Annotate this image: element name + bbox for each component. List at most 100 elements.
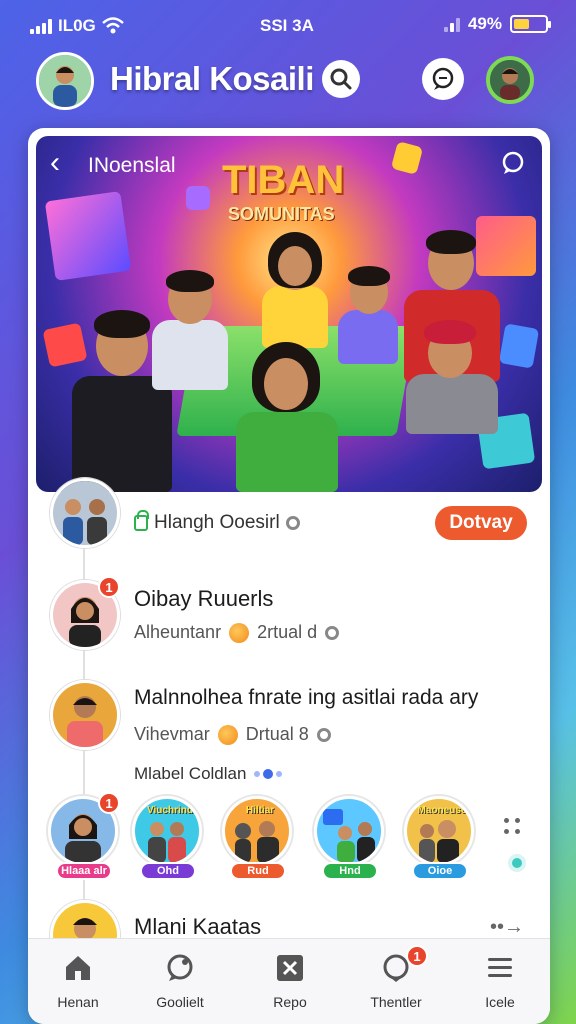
row-title[interactable]: Malnnolhea fnrate ing asitlai rada ary [134,686,478,710]
chat-bubble-icon [432,67,454,90]
status-ring-icon [316,727,331,742]
nav-label: Icele [485,994,515,1010]
status-bar: IL0G SSI 3A 49% [0,0,576,52]
nav-label: Henan [57,994,99,1010]
story-tag: Hnd [322,862,378,880]
tools-icon [277,955,303,981]
story-tag: Oioe [412,862,468,880]
avatar-image [53,481,117,545]
page-title: Hibral Kosaili [110,60,314,97]
search-icon [330,68,352,90]
main-card: ‹ INoenslal TIBAN SOMUNITAS Hlangh Ooesi… [28,128,550,1024]
nav-item-chat[interactable]: Goolielt [140,953,220,1010]
row-subtitle-text: Alheuntanr [134,622,222,642]
menu-icon [488,958,512,977]
search-button[interactable] [322,60,360,98]
battery-percent: 49% [467,14,502,33]
status-ring-icon [325,625,340,640]
chat-bubble-icon [167,954,193,981]
story-caption: Viuchrind [147,805,193,816]
music-note-decoration [186,186,210,210]
story-image: Viuchrind [132,796,202,866]
nav-label: Repo [273,994,307,1010]
person-figure [232,332,342,492]
profile-image [490,60,530,100]
hero-tile-decoration [390,141,424,175]
section-label-text: Mlabel Coldlan [134,764,247,783]
story-item[interactable]: Hiltiar Rud [222,796,292,880]
hero-label: INoenslal [88,154,176,177]
avatar-image [39,55,91,107]
signal-icon [30,18,52,34]
nav-label: Thentler [370,994,422,1010]
status-left: IL0G [30,16,124,36]
story-image: Hiltiar [222,796,292,866]
scroll-indicator[interactable] [508,854,526,872]
home-icon [66,956,90,980]
person-figure [256,228,336,348]
story-image [314,796,384,866]
dots-indicator [254,769,283,779]
arrow-right-icon[interactable]: ••→ [490,916,524,939]
nav-item-menu[interactable]: Icele [460,953,540,1010]
nav-item-home[interactable]: Henan [38,953,118,1010]
network-label: IL0G [58,16,96,35]
user-avatar[interactable] [36,52,94,110]
row-meta-text: Drtual 8 [245,724,309,744]
play-button[interactable]: Dotvay [435,506,527,540]
person-figure [146,264,236,390]
status-time: SSI 3A [260,16,314,35]
row-title[interactable]: Mlani Kaatas [134,914,261,940]
hero-chat-button[interactable] [500,150,526,181]
app-header: Hibral Kosaili [0,52,576,122]
story-item[interactable]: Maoneuse Oioe [404,796,474,880]
row-title[interactable]: Oibay Ruuerls [134,586,273,612]
row-avatar[interactable] [50,478,120,548]
row-subtitle: Vihevmar Drtual 8 [134,724,331,745]
person-figure [396,314,506,434]
nav-item-notifications[interactable]: 1 Thentler [356,945,436,1010]
wifi-icon [101,17,124,34]
row-title[interactable]: Hlangh Ooesirl [134,510,300,534]
nav-label: Goolielt [156,994,204,1010]
story-item[interactable]: 1 Hlaaa alr [48,792,120,880]
hero-banner[interactable]: ‹ INoenslal TIBAN SOMUNITAS [36,136,542,492]
story-tag: Hlaaa alr [56,862,112,880]
story-caption: Hiltiar [245,805,275,816]
story-tag: Ohd [140,862,196,880]
notification-badge: 1 [406,945,428,967]
row-avatar[interactable] [50,680,120,750]
profile-button[interactable] [486,56,534,104]
section-label: Mlabel Coldlan [134,764,283,784]
bottom-nav: Henan Goolielt Repo 1 Thentler Icele [28,938,550,1024]
story-caption: Maoneuse [417,805,467,816]
row-subtitle: Alheuntanr 2rtual d [134,622,340,643]
nav-item-tools[interactable]: Repo [250,953,330,1010]
hero-title: TIBAN [222,158,345,202]
row-subtitle-text: Vihevmar [134,724,210,744]
cell-signal-icon [443,16,460,32]
chat-button[interactable] [422,58,464,100]
chat-bubble-icon [502,151,524,174]
notification-badge: 1 [98,576,120,598]
story-item[interactable]: Hnd [314,796,384,880]
story-image: Maoneuse [404,796,474,866]
more-dots-icon[interactable] [504,818,522,836]
notification-badge: 1 [98,792,120,814]
orange-dot-icon [229,622,250,643]
orange-dot-icon [217,724,238,745]
lock-icon [134,510,149,531]
story-tag: Rud [230,862,286,880]
hero-subtitle: SOMUNITAS [228,204,335,224]
story-item[interactable]: Viuchrind Ohd [132,796,202,880]
battery-fill [514,19,529,29]
status-right: 49% [443,14,551,34]
row-meta-text: 2rtual d [257,622,318,642]
back-arrow-icon[interactable]: ‹ [50,148,60,178]
avatar-image [53,683,117,747]
hero-box-decoration [44,191,132,281]
verified-icon [285,516,300,530]
row-title-text: Hlangh Ooesirl [154,512,280,533]
battery-icon [510,15,551,33]
person-figure [334,264,404,364]
